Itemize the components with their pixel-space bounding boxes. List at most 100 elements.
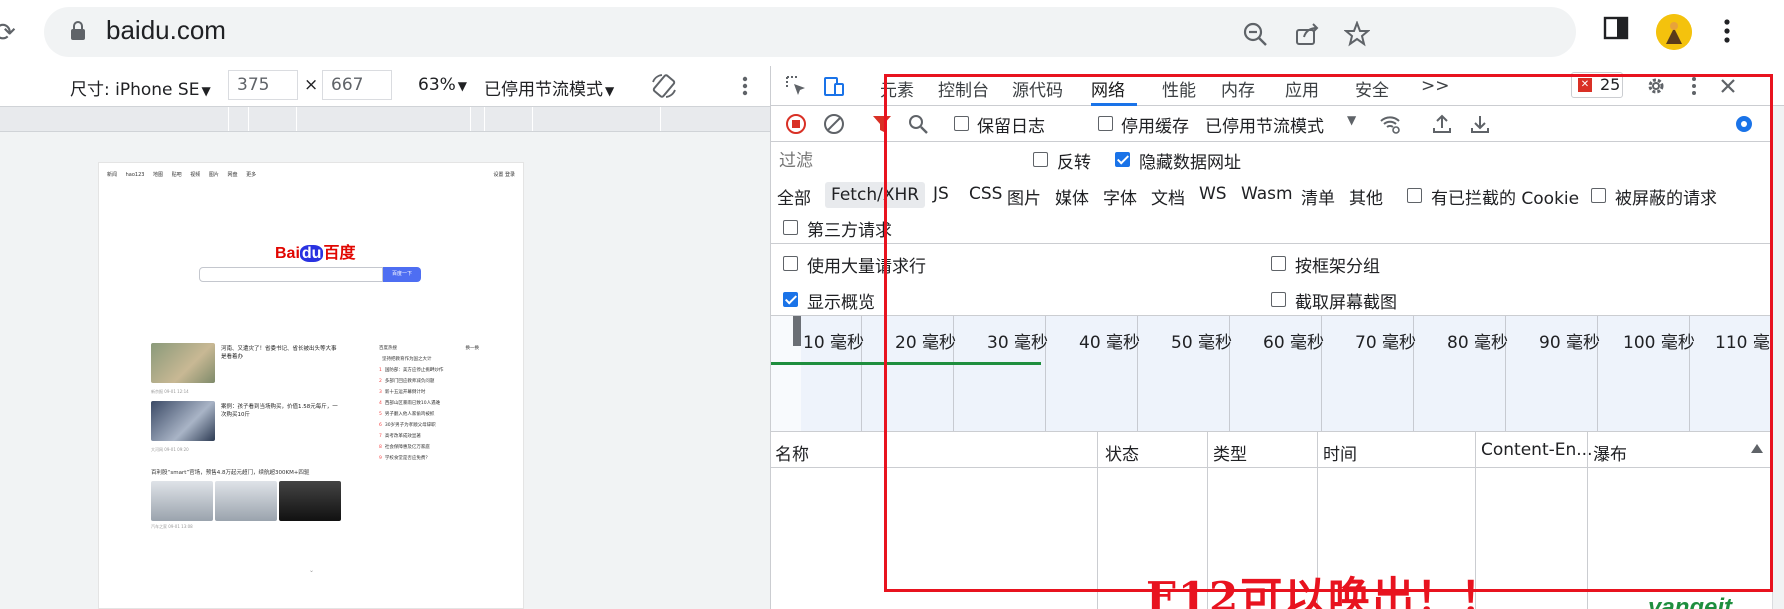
hot-search-item[interactable]: 8 社会保障惠及亿万家庭 [379,442,479,453]
issues-badge[interactable]: ✕ 25 [1571,72,1623,98]
tab-console[interactable]: 控制台 [938,76,989,101]
tab-network[interactable]: 网络 [1091,76,1125,101]
column-divider[interactable] [1587,432,1588,609]
hot-search-item[interactable]: 2 多部门回应教师减负问题 [379,376,479,387]
nav-link[interactable]: 地图 [153,172,163,178]
devtools-menu-icon[interactable] [1683,75,1705,97]
device-select[interactable]: 尺寸: iPhone SE ▼ [70,75,211,100]
device-width-input[interactable]: 375 [228,70,298,100]
page-search-input[interactable] [199,267,383,282]
blocked-cookies-checkbox[interactable] [1407,188,1422,203]
news-item[interactable]: 河南、又遭灾了！省委书记、省长被出头等大事是看着办 新京报 09-01 12:1… [151,343,341,397]
device-toolbar-menu-icon[interactable] [742,76,748,96]
nav-link[interactable]: 图片 [209,172,219,178]
hot-search-item[interactable]: 5 男子翻入他人家偷鸡被抓 [379,409,479,420]
hot-search-item[interactable]: 坚持把教育作为国之大计 [379,354,479,365]
tab-performance[interactable]: 性能 [1162,76,1196,101]
type-doc[interactable]: 文档 [1151,184,1185,209]
media-query-ruler[interactable] [0,106,770,132]
device-toggle-icon[interactable] [823,75,845,97]
column-type[interactable]: 类型 [1213,440,1247,465]
type-fetch-xhr[interactable]: Fetch/XHR [825,182,926,208]
lock-icon[interactable] [70,21,86,41]
gear-icon[interactable] [1645,75,1667,97]
type-css[interactable]: CSS [969,184,1002,204]
zoom-out-icon[interactable] [1242,21,1268,47]
nav-link[interactable]: hao123 [126,172,145,178]
column-waterfall[interactable]: 瀑布 [1593,440,1627,465]
page-search-button[interactable]: 百度一下 [383,267,421,282]
tab-memory[interactable]: 内存 [1221,76,1255,101]
large-rows-checkbox[interactable] [783,256,798,271]
network-conditions-icon[interactable] [1379,113,1401,135]
inspect-element-icon[interactable] [785,75,807,97]
hot-search-item[interactable]: 1 国防部：美方应停止挑衅炒作 [379,365,479,376]
nav-link[interactable]: 贴吧 [172,172,182,178]
news-title[interactable]: 河南、又遭灾了！省委书记、省长被出头等大事是看着办 [221,345,341,361]
news-item[interactable]: 案例：孩子看到当场购买，价值1.58元每斤，一次购买10斤 大河网 09-01 … [151,401,341,455]
capture-screenshots-checkbox[interactable] [1271,292,1286,307]
nav-link[interactable]: 网盘 [227,172,237,178]
download-icon[interactable] [1469,113,1491,135]
column-status[interactable]: 状态 [1105,440,1139,465]
clear-icon[interactable] [823,113,845,135]
devtools-scrollbar[interactable] [1772,106,1784,609]
side-panel-icon[interactable] [1602,14,1630,42]
reload-icon[interactable]: ⟳ [0,18,16,48]
filter-icon[interactable] [871,113,893,135]
tab-sources[interactable]: 源代码 [1012,76,1063,101]
news-title[interactable]: 百利股“smart”官场，预售4.8万起元超门，续航超300KM+四驱 [151,469,341,477]
close-icon[interactable] [1717,75,1739,97]
hide-data-urls-checkbox[interactable] [1115,152,1130,167]
third-party-checkbox[interactable] [783,220,798,235]
dropdown-arrow-icon[interactable]: ▼ [1347,113,1356,127]
network-throttle-select[interactable]: 已停用节流模式 [1205,112,1324,137]
address-bar[interactable]: baidu.com [44,7,1576,57]
tab-elements[interactable]: 元素 [880,76,914,101]
share-icon[interactable] [1294,21,1320,47]
zoom-select[interactable]: 63% ▼ [418,75,467,95]
more-tabs-button[interactable]: >> [1421,76,1450,96]
invert-checkbox[interactable] [1033,152,1048,167]
disable-cache-checkbox[interactable] [1098,116,1113,131]
filter-input[interactable] [777,148,1007,174]
search-icon[interactable] [907,113,929,135]
type-js[interactable]: JS [933,184,949,204]
type-media[interactable]: 媒体 [1055,184,1089,209]
news-item-cars[interactable]: 百利股“smart”官场，预售4.8万起元超门，续航超300KM+四驱 汽车之家… [151,469,341,530]
blocked-requests-checkbox[interactable] [1591,188,1606,203]
hot-search-item[interactable]: 7 高考改革成效显著 [379,431,479,442]
nav-link[interactable]: 视频 [190,172,200,178]
news-title[interactable]: 案例：孩子看到当场购买，价值1.58元每斤，一次购买10斤 [221,403,341,419]
chevron-down-icon[interactable]: ⌄ [309,567,314,574]
nav-link[interactable]: 新闻 [107,172,117,178]
hot-search-item[interactable]: 3 新十五运开幕倒计时 [379,387,479,398]
preserve-log-checkbox[interactable] [954,116,969,131]
device-throttle-select[interactable]: 已停用节流模式 ▼ [484,75,614,100]
hot-search-refresh[interactable]: 换一换 [466,343,480,354]
record-stop-icon[interactable] [785,113,807,135]
type-manifest[interactable]: 清单 [1301,184,1335,209]
type-font[interactable]: 字体 [1103,184,1137,209]
network-overview-timeline[interactable]: 10 毫秒 20 毫秒 30 毫秒 40 毫秒 50 毫秒 60 毫秒 70 毫… [771,316,1784,432]
type-img[interactable]: 图片 [1007,184,1041,209]
column-content-encoding[interactable]: Content-En... [1481,440,1592,460]
emulated-page[interactable]: 新闻 hao123 地图 贴吧 视频 图片 网盘 更多 设置 登录 Bai du 百… [98,162,524,609]
bookmark-star-icon[interactable] [1344,21,1370,47]
show-overview-checkbox[interactable] [783,292,798,307]
chrome-menu-icon[interactable] [1724,18,1730,44]
type-all[interactable]: 全部 [777,184,811,209]
column-divider[interactable] [1097,432,1098,609]
column-name[interactable]: 名称 [775,440,809,465]
hot-search-item[interactable]: 4 西部山区暴雨已致10人遇难 [379,398,479,409]
type-other[interactable]: 其他 [1349,184,1383,209]
url-text[interactable]: baidu.com [106,15,226,46]
group-by-frame-checkbox[interactable] [1271,256,1286,271]
nav-link[interactable]: 更多 [246,172,256,178]
type-wasm[interactable]: Wasm [1241,184,1293,204]
device-height-input[interactable]: 667 [322,70,392,100]
rotate-icon[interactable] [650,72,678,100]
upload-icon[interactable] [1431,113,1453,135]
timeline-range-handle[interactable] [793,316,801,346]
tab-application[interactable]: 应用 [1285,76,1319,101]
